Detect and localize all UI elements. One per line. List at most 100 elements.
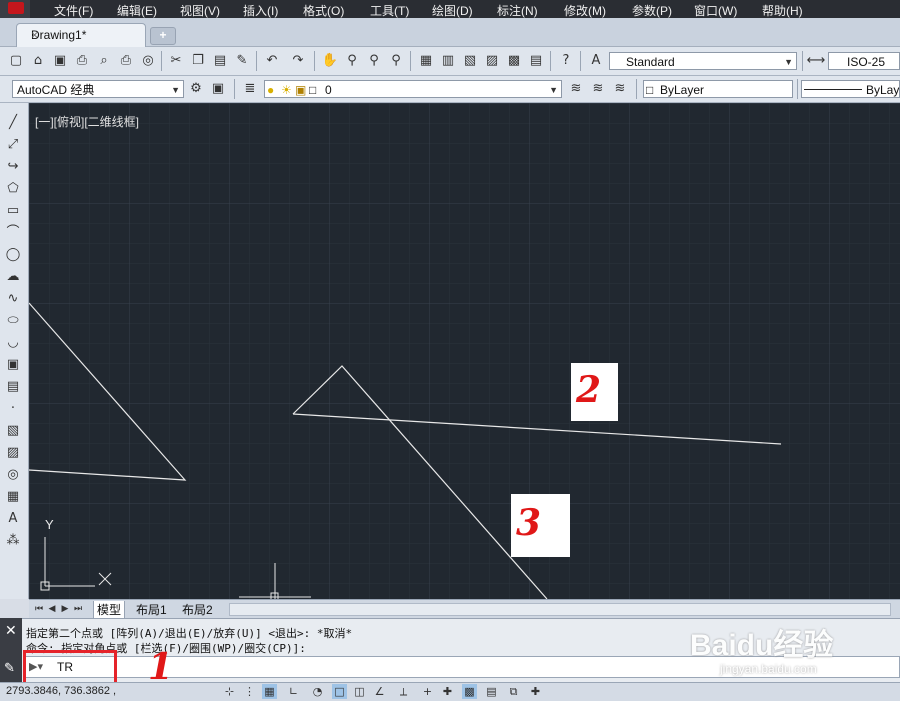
undo-icon[interactable]: ↶ — [262, 51, 282, 71]
construction-line-icon[interactable]: ⤢ — [3, 135, 23, 155]
menu-view[interactable]: 视图(V) — [180, 2, 220, 19]
polyline-icon[interactable]: ↪ — [3, 157, 23, 177]
polar-tracking-icon[interactable]: ◔ — [310, 684, 325, 699]
make-block-icon[interactable]: ▤ — [3, 377, 23, 397]
layer-properties-icon[interactable]: ≣ — [240, 79, 260, 99]
ortho-mode-icon[interactable]: ∟ — [286, 684, 301, 699]
print-icon[interactable]: ⎙ — [72, 51, 92, 71]
last-layout-icon[interactable]: ⏭ — [72, 602, 84, 614]
lineweight-icon[interactable]: ✚ — [440, 684, 455, 699]
menu-tools[interactable]: 工具(T) — [370, 2, 409, 19]
menu-edit[interactable]: 编辑(E) — [117, 2, 157, 19]
new-tab-button[interactable]: + — [150, 27, 176, 45]
polygon-icon[interactable]: ⬠ — [3, 179, 23, 199]
zoom-realtime-icon[interactable]: ⚲ — [342, 51, 362, 71]
quick-properties-icon[interactable]: ▤ — [484, 684, 499, 699]
ellipse-arc-icon[interactable]: ◡ — [3, 333, 23, 353]
tab-layout2[interactable]: 布局2 — [179, 601, 216, 618]
zoom-window-icon[interactable]: ⚲ — [364, 51, 384, 71]
application-menu-button[interactable] — [0, 0, 30, 18]
save-icon[interactable]: ▣ — [50, 51, 70, 71]
menu-parameters[interactable]: 参数(P) — [632, 2, 672, 19]
table-icon[interactable]: ▦ — [3, 487, 23, 507]
hatch-icon[interactable]: ▧ — [3, 421, 23, 441]
insert-block-icon[interactable]: ▣ — [3, 355, 23, 375]
publish-icon[interactable]: ◎ — [138, 51, 158, 71]
design-center-icon[interactable]: ▥ — [438, 51, 458, 71]
previous-layout-icon[interactable]: ◀ — [46, 602, 58, 614]
calculator-icon[interactable]: ▤ — [526, 51, 546, 71]
line-icon[interactable]: ╱ — [3, 113, 23, 133]
object-snap-icon[interactable]: □ — [332, 684, 347, 699]
menu-file[interactable]: 文件(F) — [54, 2, 93, 19]
menu-dimension[interactable]: 标注(N) — [497, 2, 538, 19]
workspace-select[interactable]: AutoCAD 经典 ▼ — [12, 80, 184, 98]
redo-icon[interactable]: ↷ — [288, 51, 308, 71]
transparency-icon[interactable]: ▩ — [462, 684, 477, 699]
selection-cycling-icon[interactable]: ⧉ — [506, 684, 521, 699]
spline-icon[interactable]: ∿ — [3, 289, 23, 309]
point-icon[interactable]: · — [3, 399, 23, 419]
layer-color-swatch: □ — [309, 83, 317, 97]
paste-icon[interactable]: ▤ — [210, 51, 230, 71]
grid-display-icon[interactable]: ▦ — [262, 684, 277, 699]
infer-constraints-icon[interactable]: ⊹ — [222, 684, 237, 699]
revision-cloud-icon[interactable]: ☁ — [3, 267, 23, 287]
properties-icon[interactable]: ▦ — [416, 51, 436, 71]
region-icon[interactable]: ◎ — [3, 465, 23, 485]
menu-modify[interactable]: 修改(M) — [564, 2, 606, 19]
dynamic-input-icon[interactable]: + — [420, 684, 435, 699]
make-current-layer-icon[interactable]: ≋ — [566, 79, 586, 99]
annotation-monitor-icon[interactable]: ✚ — [528, 684, 543, 699]
menu-format[interactable]: 格式(O) — [303, 2, 344, 19]
snap-mode-icon[interactable]: ⋮ — [242, 684, 257, 699]
pan-icon[interactable]: ✋ — [320, 51, 340, 71]
tool-palettes-icon[interactable]: ▧ — [460, 51, 480, 71]
plot-icon[interactable]: ⎙ — [116, 51, 136, 71]
ellipse-icon[interactable]: ⬭ — [3, 311, 23, 331]
zoom-previous-icon[interactable]: ⚲ — [386, 51, 406, 71]
3d-object-snap-icon[interactable]: ◫ — [352, 684, 367, 699]
cut-icon[interactable]: ✂ — [166, 51, 186, 71]
dynamic-ucs-icon[interactable]: ⟂ — [396, 684, 411, 699]
new-icon[interactable]: ▢ — [6, 51, 26, 71]
close-icon[interactable]: ✕ — [5, 622, 17, 639]
gradient-icon[interactable]: ▨ — [3, 443, 23, 463]
rectangle-icon[interactable]: ▭ — [3, 201, 23, 221]
help-icon[interactable]: ? — [556, 51, 576, 71]
viewport-controls-label[interactable]: [一][俯视][二维线框] — [35, 113, 139, 130]
sheet-set-icon[interactable]: ▨ — [482, 51, 502, 71]
text-style-select[interactable]: Standard ▼ — [609, 52, 797, 70]
workspace-save-icon[interactable]: ▣ — [208, 79, 228, 99]
layer-select[interactable]: ● ☀ ▣ □ 0 ▼ — [264, 80, 562, 98]
first-layout-icon[interactable]: ⏮ — [33, 602, 45, 614]
open-icon[interactable]: ⌂ — [28, 51, 48, 71]
object-snap-tracking-icon[interactable]: ∠ — [372, 684, 387, 699]
wrench-icon[interactable]: ✎ — [4, 660, 15, 676]
add-selected-icon[interactable]: ⁂ — [3, 531, 23, 551]
markup-icon[interactable]: ▩ — [504, 51, 524, 71]
horizontal-scrollbar[interactable] — [229, 603, 891, 616]
layer-previous-icon[interactable]: ≋ — [588, 79, 608, 99]
linetype-select[interactable]: ByLaye — [801, 80, 900, 98]
tab-layout1[interactable]: 布局1 — [133, 601, 170, 618]
menu-draw[interactable]: 绘图(D) — [432, 2, 473, 19]
dim-style-select[interactable]: ISO-25 — [828, 52, 900, 70]
close-tab-icon[interactable]: × — [31, 28, 137, 42]
menu-insert[interactable]: 插入(I) — [243, 2, 278, 19]
copy-icon[interactable]: ❐ — [188, 51, 208, 71]
menu-help[interactable]: 帮助(H) — [762, 2, 803, 19]
print-preview-icon[interactable]: ⌕ — [94, 51, 114, 71]
document-tab[interactable]: Drawing1* × — [16, 23, 146, 47]
workspace-settings-icon[interactable]: ⚙ — [186, 79, 206, 99]
multiline-text-icon[interactable]: A — [3, 509, 23, 529]
circle-icon[interactable]: ◯ — [3, 245, 23, 265]
match-properties-icon[interactable]: ✎ — [232, 51, 252, 71]
drawing-canvas[interactable]: [一][俯视][二维线框] Y X 2 3 — [29, 103, 900, 599]
menu-window[interactable]: 窗口(W) — [694, 2, 737, 19]
layer-state-icon[interactable]: ≋ — [610, 79, 630, 99]
arc-icon[interactable]: ⌒ — [3, 223, 23, 243]
tab-model[interactable]: 模型 — [93, 601, 126, 619]
color-select[interactable]: □ ByLayer — [643, 80, 793, 98]
next-layout-icon[interactable]: ▶ — [59, 602, 71, 614]
